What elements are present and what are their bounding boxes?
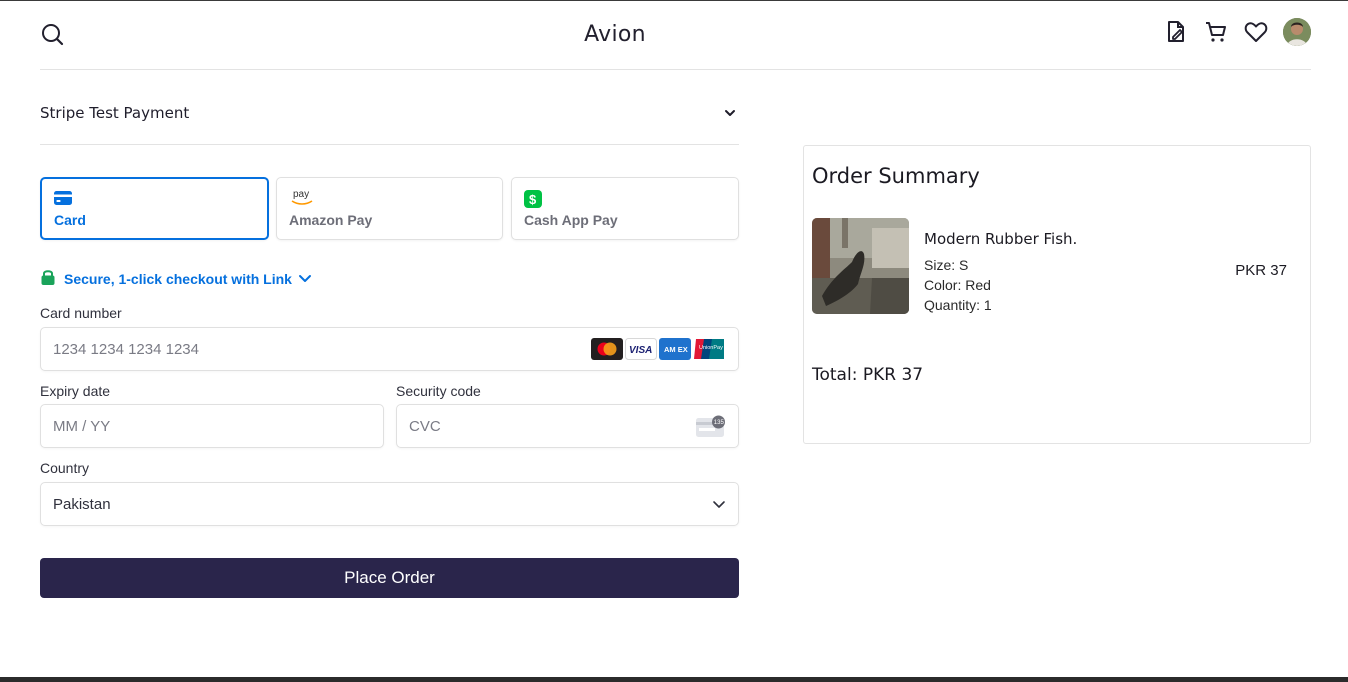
security-code-input[interactable]: CVC 135 <box>396 404 739 448</box>
country-value: Pakistan <box>53 496 111 513</box>
tab-cash-app-pay[interactable]: $ Cash App Pay <box>511 177 739 240</box>
visa-icon: VISA <box>625 338 657 360</box>
cvc-card-icon: 135 <box>696 415 726 444</box>
svg-text:$: $ <box>529 192 537 207</box>
card-number-label: Card number <box>40 305 122 321</box>
cash-app-icon: $ <box>524 190 542 213</box>
svg-text:pay: pay <box>293 189 309 200</box>
tab-label: Card <box>54 212 86 228</box>
site-header: Avion <box>40 0 1311 70</box>
mastercard-icon <box>591 338 623 360</box>
link-checkout-text: Secure, 1-click checkout with Link <box>64 271 292 287</box>
unionpay-icon: UnionPay <box>693 338 725 360</box>
chevron-down-icon <box>712 498 726 516</box>
product-image <box>812 218 909 314</box>
product-size: Size: S <box>924 257 969 273</box>
product-quantity: Quantity: 1 <box>924 297 992 313</box>
avatar[interactable] <box>1283 18 1311 46</box>
header-actions <box>1149 18 1311 46</box>
product-color: Color: Red <box>924 277 991 293</box>
tab-label: Cash App Pay <box>524 212 618 228</box>
expiry-label: Expiry date <box>40 383 111 399</box>
product-name: Modern Rubber Fish. <box>924 230 1078 248</box>
country-select[interactable]: Pakistan <box>40 482 739 526</box>
svg-text:AM EX: AM EX <box>664 345 688 354</box>
amazon-pay-icon: pay <box>289 188 315 211</box>
order-summary: Order Summary Modern Rubber Fish. Size: … <box>803 145 1311 444</box>
svg-text:UnionPay: UnionPay <box>699 345 723 351</box>
security-code-label: Security code <box>396 383 481 399</box>
order-summary-title: Order Summary <box>812 164 980 188</box>
link-checkout[interactable]: Secure, 1-click checkout with Link <box>40 268 312 290</box>
expiry-input[interactable]: MM / YY <box>40 404 384 448</box>
file-edit-icon[interactable] <box>1163 19 1189 45</box>
payment-accordion-header[interactable]: Stripe Test Payment <box>40 94 739 145</box>
svg-text:VISA: VISA <box>629 345 652 356</box>
bottom-bar <box>0 677 1348 682</box>
card-brands: VISA AM EX UnionPay <box>589 338 725 360</box>
payment-method-tabs: Card pay Amazon Pay $ Cash App Pay <box>40 177 739 240</box>
amex-icon: AM EX <box>659 338 691 360</box>
chevron-down-icon <box>298 274 312 284</box>
payment-section-title: Stripe Test Payment <box>40 104 190 122</box>
tab-card[interactable]: Card <box>40 177 269 240</box>
svg-text:135: 135 <box>714 420 725 426</box>
heart-icon[interactable] <box>1243 19 1269 45</box>
cart-icon[interactable] <box>1203 19 1229 45</box>
security-code-placeholder: CVC <box>409 418 441 435</box>
card-number-input[interactable]: 1234 1234 1234 1234 VISA AM EX UnionPay <box>40 327 739 371</box>
product-price: PKR 37 <box>1235 262 1287 279</box>
brand-logo[interactable]: Avion <box>40 22 1190 47</box>
tab-amazon-pay[interactable]: pay Amazon Pay <box>276 177 503 240</box>
order-total: Total: PKR 37 <box>812 365 924 385</box>
lock-icon <box>40 268 56 291</box>
place-order-button[interactable]: Place Order <box>40 558 739 598</box>
chevron-down-icon[interactable] <box>723 106 737 120</box>
tab-label: Amazon Pay <box>289 212 373 228</box>
card-number-placeholder: 1234 1234 1234 1234 <box>53 341 199 358</box>
expiry-placeholder: MM / YY <box>53 418 111 435</box>
country-label: Country <box>40 460 90 476</box>
card-icon <box>54 191 72 210</box>
